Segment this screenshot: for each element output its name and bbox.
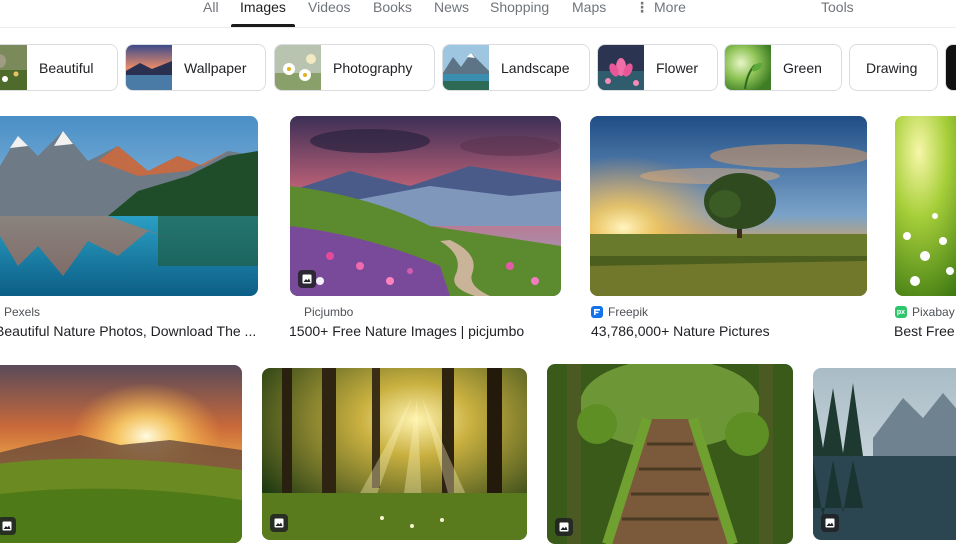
tab-videos[interactable]: Videos bbox=[308, 0, 351, 16]
active-tab-indicator bbox=[231, 24, 295, 27]
chip-label: Beautiful bbox=[39, 59, 94, 76]
lone-tree-sunset-image bbox=[590, 116, 867, 296]
image-badge bbox=[298, 270, 316, 288]
chip-label: Drawing bbox=[866, 59, 918, 76]
pink-lotus-thumbnail bbox=[598, 45, 644, 90]
freepik-favicon-icon bbox=[591, 306, 603, 318]
result-title[interactable]: Best Free bbox=[894, 323, 956, 339]
chip-label: Landscape bbox=[501, 59, 570, 76]
image-badge bbox=[270, 514, 288, 532]
result-image-sunset-meadow[interactable] bbox=[0, 365, 242, 543]
tab-shopping[interactable]: Shopping bbox=[490, 0, 549, 16]
image-icon bbox=[559, 522, 569, 532]
chip-landscape[interactable]: Landscape bbox=[442, 44, 590, 91]
tab-more[interactable]: ⋮ More bbox=[635, 0, 686, 16]
flower-valley-path-image bbox=[290, 116, 561, 296]
result-image-forest-sunbeams[interactable] bbox=[262, 368, 527, 540]
source-label: Freepik bbox=[608, 305, 649, 319]
chip-label: Flower bbox=[656, 59, 699, 76]
chip-beautiful[interactable]: Beautiful bbox=[0, 44, 118, 91]
chip-next-partial[interactable] bbox=[945, 44, 956, 91]
result-image-mossy-bridge[interactable] bbox=[547, 364, 793, 544]
daisies-thumbnail bbox=[275, 45, 321, 90]
tab-maps[interactable]: Maps bbox=[572, 0, 606, 16]
result-title[interactable]: Beautiful Nature Photos, Download The ..… bbox=[0, 323, 258, 339]
image-icon bbox=[274, 518, 284, 528]
chip-flower[interactable]: Flower bbox=[597, 44, 718, 91]
result-image-flower-valley[interactable] bbox=[290, 116, 561, 296]
sunlit-daisy-meadow-image bbox=[895, 116, 956, 296]
chip-wallpaper[interactable]: Wallpaper bbox=[125, 44, 266, 91]
sunset-meadow-hills-image bbox=[0, 365, 242, 543]
image-icon bbox=[825, 518, 835, 528]
result-source[interactable]: px Pixabay bbox=[895, 305, 955, 319]
chip-drawing[interactable]: Drawing bbox=[849, 44, 938, 91]
tab-books[interactable]: Books bbox=[373, 0, 412, 16]
green-leaves-thumbnail bbox=[725, 45, 771, 90]
image-icon bbox=[2, 521, 12, 531]
result-title[interactable]: 43,786,000+ Nature Pictures bbox=[591, 323, 867, 339]
tab-images[interactable]: Images bbox=[240, 0, 286, 16]
more-vert-icon: ⋮ bbox=[635, 0, 649, 15]
chip-label: Wallpaper bbox=[184, 59, 247, 76]
refinement-chips: Beautiful Wallpaper Photography Landscap… bbox=[0, 44, 956, 91]
chip-green[interactable]: Green bbox=[724, 44, 842, 91]
tools-button[interactable]: Tools bbox=[821, 0, 854, 16]
result-source[interactable]: Pexels bbox=[4, 305, 40, 319]
image-badge bbox=[821, 514, 839, 532]
chip-label: Green bbox=[783, 59, 822, 76]
result-image-daisy-meadow[interactable] bbox=[895, 116, 956, 296]
image-badge bbox=[555, 518, 573, 536]
source-label: Pixabay bbox=[912, 305, 955, 319]
search-tabs-bar: All Images Videos Books News Shopping Ma… bbox=[0, 0, 956, 28]
result-title[interactable]: 1500+ Free Nature Images | picjumbo bbox=[289, 323, 561, 339]
result-image-mountain-lake[interactable] bbox=[0, 116, 258, 296]
chip-photography[interactable]: Photography bbox=[274, 44, 435, 91]
sunset-lake-thumbnail bbox=[126, 45, 172, 90]
result-source[interactable]: Freepik bbox=[591, 305, 648, 319]
flower-field-thumbnail bbox=[0, 45, 27, 90]
forest-sunbeams-image bbox=[262, 368, 527, 540]
mountain-lake-thumbnail bbox=[443, 45, 489, 90]
image-icon bbox=[302, 274, 312, 284]
pixabay-favicon-icon: px bbox=[895, 306, 907, 318]
result-image-misty-lake[interactable] bbox=[813, 368, 956, 540]
tab-more-label: More bbox=[654, 0, 686, 15]
image-badge bbox=[0, 517, 16, 535]
result-image-lone-tree[interactable] bbox=[590, 116, 867, 296]
tab-all[interactable]: All bbox=[203, 0, 219, 16]
source-label: Pexels bbox=[4, 305, 41, 319]
mountain-lake-image bbox=[0, 116, 258, 296]
result-source[interactable]: Picjumbo bbox=[304, 305, 353, 319]
source-label: Picjumbo bbox=[304, 305, 354, 319]
chip-label: Photography bbox=[333, 59, 413, 76]
mossy-wooden-bridge-image bbox=[547, 364, 793, 544]
tab-news[interactable]: News bbox=[434, 0, 469, 16]
